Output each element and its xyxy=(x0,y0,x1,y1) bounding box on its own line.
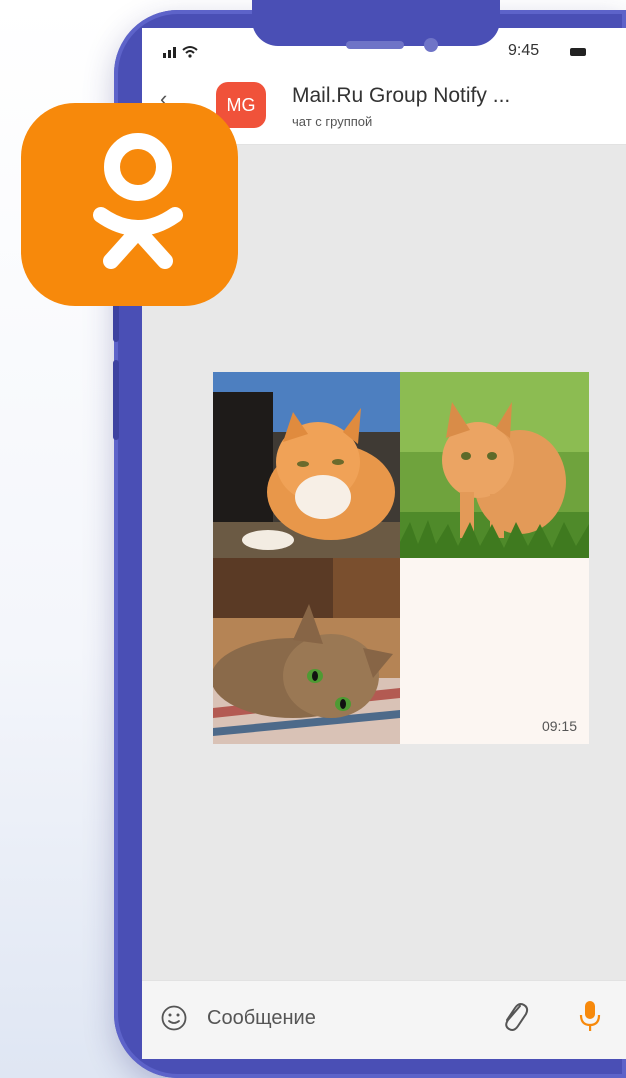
cat-photo-tabby-lying[interactable] xyxy=(213,558,400,744)
message-input[interactable] xyxy=(207,1004,467,1032)
phone-camera xyxy=(424,38,438,52)
chat-subtitle: чат с группой xyxy=(292,114,373,129)
microphone-icon[interactable] xyxy=(575,998,605,1039)
cat-photo-orange-lying[interactable] xyxy=(213,372,400,558)
odnoklassniki-logo xyxy=(21,103,238,306)
paperclip-icon[interactable] xyxy=(500,998,530,1039)
photo-empty-cell: 09:15 xyxy=(400,558,589,744)
phone-power-button xyxy=(113,360,119,440)
photo-message[interactable]: 09:15 xyxy=(213,372,589,744)
message-time: 09:15 xyxy=(541,718,577,734)
signal-wifi-icon xyxy=(163,44,199,61)
phone-speaker xyxy=(346,41,404,49)
chat-title[interactable]: Mail.Ru Group Notify ... xyxy=(292,84,510,108)
cat-photo-orange-in-grass[interactable] xyxy=(400,372,589,558)
status-time: 9:45 xyxy=(508,42,540,59)
smiley-icon[interactable] xyxy=(160,1004,188,1037)
battery-icon xyxy=(570,48,586,56)
phone-notch xyxy=(252,0,500,46)
